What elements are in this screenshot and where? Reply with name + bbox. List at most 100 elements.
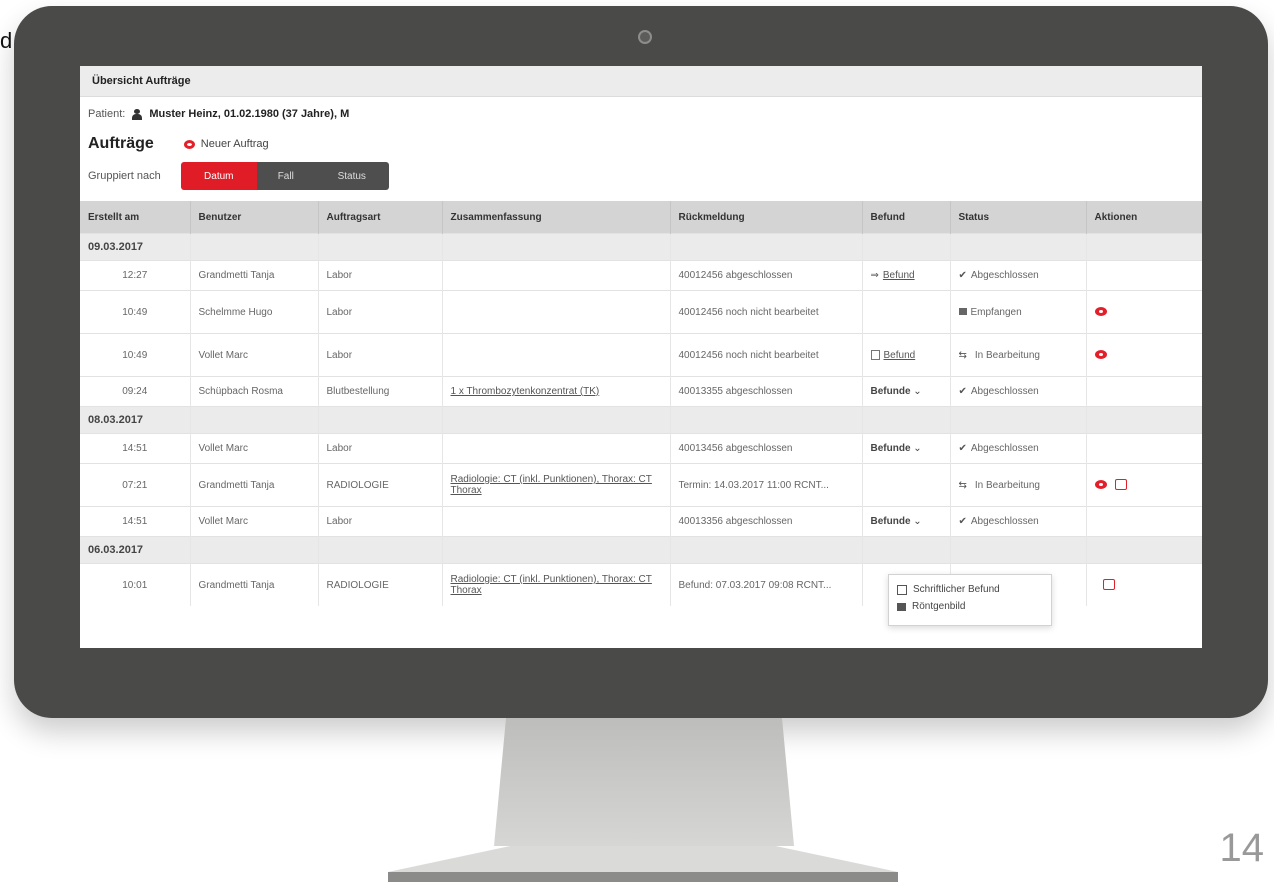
print-icon[interactable] (1114, 479, 1127, 491)
row-status: Empfangen (970, 306, 1022, 318)
row-type: Blutbestellung (318, 376, 443, 407)
progress-icon: ⇆ (958, 479, 967, 491)
monitor-base-edge (388, 872, 898, 882)
row-type: RADIOLOGIE (318, 463, 443, 507)
col-header-type[interactable]: Auftragsart (318, 201, 443, 234)
table-row: 14:51 Vollet Marc Labor 40013356 abgesch… (80, 506, 1202, 537)
findings-menu-label: Befunde (870, 516, 911, 527)
findings-menu-toggle[interactable]: Befunde ⌄ (871, 516, 922, 527)
summary-link[interactable]: Radiologie: CT (inkl. Punktionen), Thora… (451, 574, 652, 596)
col-header-feedback[interactable]: Rückmeldung (670, 201, 863, 234)
col-header-status[interactable]: Status (950, 201, 1087, 234)
row-status: Abgeschlossen (970, 443, 1039, 454)
group-date: 08.03.2017 (80, 406, 191, 434)
col-header-finding[interactable]: Befund (862, 201, 951, 234)
screen: Übersicht Aufträge Patient: Muster Heinz… (80, 66, 1202, 648)
finding-link[interactable]: Befund (884, 350, 916, 361)
patient-label: Patient: (88, 108, 126, 120)
group-by-case[interactable]: Fall (256, 162, 315, 190)
page-header: Übersicht Aufträge (80, 66, 1202, 97)
monitor-base (388, 846, 898, 872)
row-type: Labor (318, 260, 443, 291)
view-icon[interactable] (1094, 307, 1107, 317)
row-user: Schelmme Hugo (190, 290, 319, 334)
summary-link[interactable]: 1 x Thrombozytenkonzentrat (TK) (451, 386, 600, 397)
row-status: In Bearbeitung (974, 349, 1040, 361)
row-time: 10:01 (80, 563, 191, 606)
row-time: 07:21 (80, 463, 191, 507)
menu-item-written-finding[interactable]: Schriftlicher Befund (889, 581, 1051, 598)
image-icon (897, 602, 906, 611)
row-user: Grandmetti Tanja (190, 260, 319, 291)
document-icon (870, 349, 880, 360)
row-feedback: 40013355 abgeschlossen (670, 376, 863, 407)
orders-title: Aufträge (88, 135, 154, 152)
row-status: In Bearbeitung (974, 479, 1040, 491)
findings-dropdown-menu: Schriftlicher Befund Röntgenbild (888, 574, 1052, 626)
patient-name: Muster Heinz, 01.02.1980 (37 Jahre), M (149, 108, 350, 120)
inbox-icon (958, 308, 967, 316)
row-status: Abgeschlossen (970, 386, 1039, 397)
row-time: 14:51 (80, 506, 191, 537)
table-header: Erstellt am Benutzer Auftragsart Zusamme… (80, 201, 1202, 234)
arrow-icon: ⇒ (870, 270, 879, 281)
new-order-button[interactable]: Neuer Auftrag (183, 138, 269, 150)
table-row: 14:51 Vollet Marc Labor 40013456 abgesch… (80, 433, 1202, 464)
row-feedback: 40013456 abgeschlossen (670, 433, 863, 464)
row-user: Schüpbach Rosma (190, 376, 319, 407)
chevron-down-icon: ⌄ (913, 443, 922, 454)
check-icon: ✔ (958, 386, 967, 397)
menu-item-label: Schriftlicher Befund (913, 584, 1000, 595)
check-icon: ✔ (958, 516, 967, 527)
row-time: 10:49 (80, 333, 191, 377)
row-time: 12:27 (80, 260, 191, 291)
page-number: 14 (1219, 826, 1265, 870)
date-group-row: 08.03.2017 (80, 406, 1202, 434)
table-row: 10:49 Vollet Marc Labor 40012456 noch ni… (80, 333, 1202, 377)
new-order-label: Neuer Auftrag (200, 138, 269, 150)
row-time: 09:24 (80, 376, 191, 407)
findings-menu-label: Befunde (870, 443, 911, 454)
summary-link[interactable]: Radiologie: CT (inkl. Punktionen), Thora… (451, 474, 652, 496)
col-header-created[interactable]: Erstellt am (80, 201, 191, 234)
grouping-control: Gruppiert nach Datum Fall Status (80, 157, 1202, 195)
chevron-down-icon: ⌄ (913, 516, 922, 527)
orders-table: Erstellt am Benutzer Auftragsart Zusamme… (80, 201, 1202, 606)
group-by-status[interactable]: Status (314, 162, 389, 190)
view-icon[interactable] (1094, 480, 1107, 490)
row-user: Grandmetti Tanja (190, 563, 319, 606)
table-row: 07:21 Grandmetti Tanja RADIOLOGIE Radiol… (80, 463, 1202, 507)
row-type: Labor (318, 433, 443, 464)
row-type: Labor (318, 333, 443, 377)
view-icon[interactable] (1094, 350, 1107, 360)
row-user: Vollet Marc (190, 333, 319, 377)
finding-link[interactable]: Befund (883, 270, 915, 281)
col-header-summary[interactable]: Zusammenfassung (442, 201, 671, 234)
row-user: Vollet Marc (190, 506, 319, 537)
row-feedback: 40012456 noch nicht bearbeitet (670, 333, 863, 377)
row-time: 14:51 (80, 433, 191, 464)
document-icon (897, 584, 907, 595)
col-header-actions: Aktionen (1086, 201, 1202, 234)
findings-menu-toggle[interactable]: Befunde ⌄ (871, 386, 922, 397)
menu-item-xray[interactable]: Röntgenbild (889, 598, 1051, 615)
row-feedback: 40012456 noch nicht bearbeitet (670, 290, 863, 334)
group-by-date[interactable]: Datum (180, 162, 257, 190)
row-type: Labor (318, 506, 443, 537)
row-type: RADIOLOGIE (318, 563, 443, 606)
row-type: Labor (318, 290, 443, 334)
print-icon[interactable] (1102, 579, 1115, 591)
row-user: Vollet Marc (190, 433, 319, 464)
row-feedback: 40013356 abgeschlossen (670, 506, 863, 537)
page-title: Übersicht Aufträge (92, 75, 191, 87)
col-header-user[interactable]: Benutzer (190, 201, 319, 234)
grouping-segmented-control: Datum Fall Status (180, 162, 389, 190)
edge-letter: d (0, 28, 13, 53)
row-feedback: Termin: 14.03.2017 11:00 RCNT... (670, 463, 863, 507)
table-row: 09:24 Schüpbach Rosma Blutbestellung 1 x… (80, 376, 1202, 407)
row-user: Grandmetti Tanja (190, 463, 319, 507)
findings-menu-toggle[interactable]: Befunde ⌄ (871, 443, 922, 454)
group-date: 09.03.2017 (80, 233, 191, 261)
orders-header: Aufträge Neuer Auftrag (80, 131, 1202, 157)
chevron-down-icon: ⌄ (913, 386, 922, 397)
